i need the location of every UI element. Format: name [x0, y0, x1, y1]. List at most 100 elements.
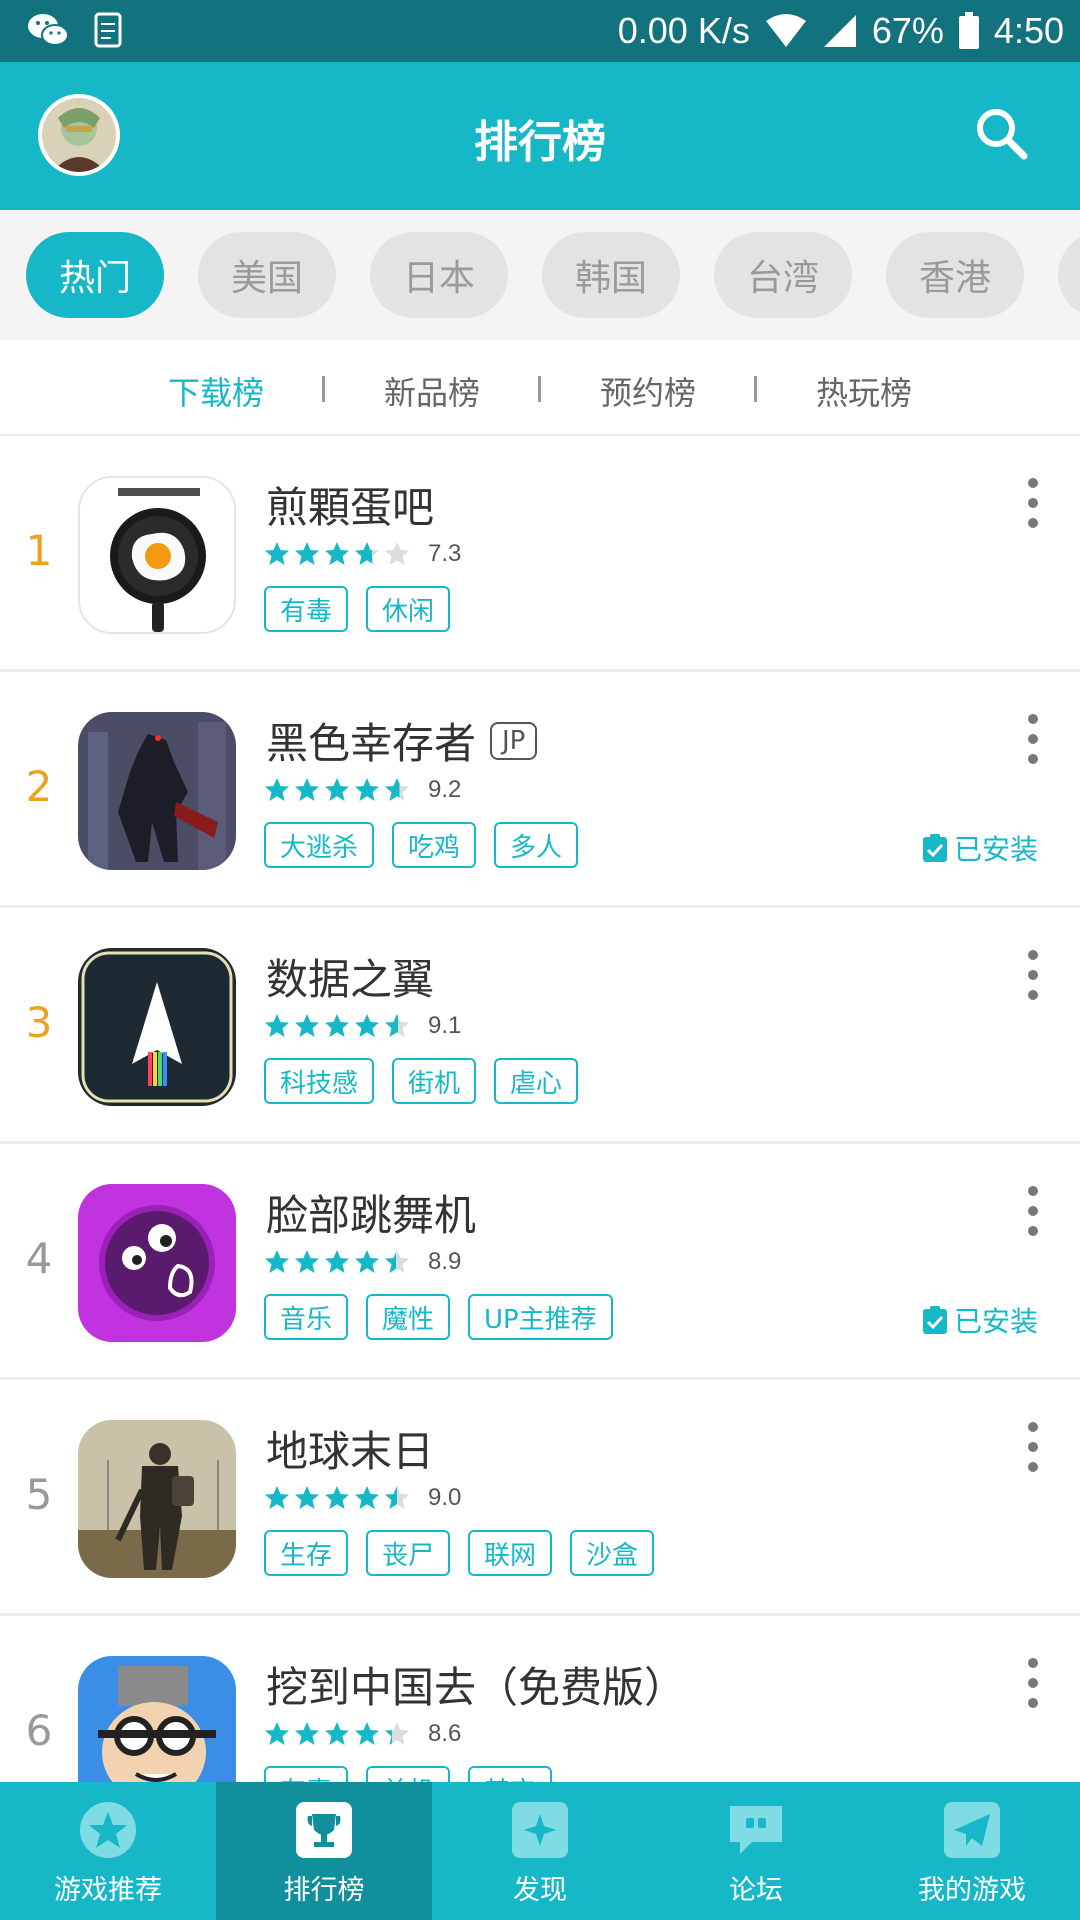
tag[interactable]: UP主推荐 — [468, 1294, 613, 1340]
star-icon — [265, 1250, 289, 1273]
tag[interactable]: 虐心 — [494, 1058, 579, 1104]
tag[interactable]: 街机 — [392, 1058, 477, 1104]
region-chip-korea[interactable]: 韩国 — [542, 232, 680, 318]
nav-forum[interactable]: 论坛 — [648, 1782, 864, 1920]
tag[interactable]: 沙盒 — [570, 1530, 655, 1576]
tab-divider — [754, 376, 757, 402]
region-badge: JP — [490, 721, 538, 760]
star-icon — [295, 1250, 319, 1273]
app-name[interactable]: 脸部跳舞机 — [266, 1182, 476, 1243]
tag-list: 科技感 街机 虐心 — [264, 1058, 579, 1104]
data-wing-icon[interactable] — [78, 948, 236, 1106]
star-icon — [325, 778, 349, 801]
nav-recommend[interactable]: 游戏推荐 — [0, 1782, 216, 1920]
frying-pan-egg-icon[interactable] — [78, 476, 236, 634]
star-icon — [385, 778, 409, 801]
tag-list: 有毒 单机 其它 — [264, 1766, 553, 1782]
battery-icon — [958, 12, 979, 49]
region-chip-hongkong[interactable]: 香港 — [886, 232, 1024, 318]
star-icon — [80, 1802, 136, 1858]
last-day-on-earth-icon[interactable] — [78, 1420, 236, 1578]
list-item[interactable]: 3 数据之翼 9.1 科技感 街机 虐心 — [0, 908, 1080, 1144]
nav-label: 发现 — [513, 1875, 567, 1906]
more-options-icon[interactable] — [1026, 1658, 1040, 1708]
more-options-icon[interactable] — [1026, 950, 1040, 1000]
tag[interactable]: 有毒 — [264, 1766, 349, 1782]
list-item[interactable]: 1 煎顆蛋吧 7.3 有毒 休闲 — [0, 436, 1080, 672]
rank-number: 5 — [25, 1470, 53, 1519]
dig-to-china-icon[interactable] — [78, 1656, 236, 1782]
rating-score: 9.0 — [428, 1484, 462, 1511]
paper-plane-icon — [944, 1802, 1000, 1858]
nav-my-games[interactable]: 我的游戏 — [864, 1782, 1080, 1920]
app-name-text: 数据之翼 — [266, 955, 435, 1004]
sparkle-icon — [512, 1802, 568, 1858]
more-options-icon[interactable] — [1026, 714, 1040, 764]
face-dance-icon[interactable] — [78, 1184, 236, 1342]
rating-stars: 9.0 — [264, 1484, 461, 1512]
region-chip-usa[interactable]: 美国 — [198, 232, 336, 318]
list-item[interactable]: 6 挖到中国去（免费版） 8.6 有毒 单机 其它 — [0, 1616, 1080, 1782]
star-icon — [325, 1486, 349, 1509]
star-icon — [295, 778, 319, 801]
tag[interactable]: 单机 — [366, 1766, 451, 1782]
installed-status: 已安装 — [922, 828, 1038, 868]
list-item[interactable]: 4 脸部跳舞机 8.9 音乐 魔性 UP主推荐 已安装 — [0, 1144, 1080, 1380]
nav-label: 排行榜 — [283, 1875, 365, 1906]
rating-score: 9.2 — [428, 776, 462, 803]
tag[interactable]: 丧尸 — [366, 1530, 451, 1576]
star-icon — [385, 1250, 409, 1273]
region-chip-more[interactable] — [1058, 232, 1080, 318]
tag[interactable]: 其它 — [468, 1766, 553, 1782]
region-chip-japan[interactable]: 日本 — [370, 232, 508, 318]
app-name[interactable]: 黑色幸存者 JP — [266, 710, 538, 771]
app-name-text: 挖到中国去（免费版） — [266, 1663, 687, 1712]
star-icon — [295, 1722, 319, 1745]
nav-discover[interactable]: 发现 — [432, 1782, 648, 1920]
tag[interactable]: 吃鸡 — [392, 822, 477, 868]
dark-survivor-icon[interactable] — [78, 712, 236, 870]
rank-number: 3 — [25, 998, 53, 1047]
rating-stars: 9.1 — [264, 1012, 461, 1040]
tab-reservations[interactable]: 预约榜 — [578, 368, 718, 414]
star-icon — [295, 1486, 319, 1509]
nav-ranking[interactable]: 排行榜 — [216, 1782, 432, 1920]
list-item[interactable]: 2 黑色幸存者 JP 9.2 大逃杀 吃鸡 多人 已安装 — [0, 672, 1080, 908]
rating-score: 7.3 — [428, 540, 462, 567]
list-item[interactable]: 5 地球末日 9.0 生存 丧尸 联网 沙盒 — [0, 1380, 1080, 1616]
tag[interactable]: 多人 — [494, 822, 579, 868]
rating-score: 9.1 — [428, 1012, 462, 1039]
clock: 4:50 — [993, 10, 1064, 51]
app-name[interactable]: 地球末日 — [266, 1418, 434, 1479]
more-options-icon[interactable] — [1026, 1186, 1040, 1236]
tag[interactable]: 音乐 — [264, 1294, 349, 1340]
rating-stars: 7.3 — [264, 540, 461, 568]
rating-score: 8.9 — [428, 1248, 462, 1275]
star-icon — [265, 778, 289, 801]
forum-icon — [730, 1806, 782, 1854]
tag[interactable]: 联网 — [468, 1530, 553, 1576]
tag[interactable]: 大逃杀 — [264, 822, 375, 868]
search-icon[interactable] — [972, 104, 1032, 164]
app-name[interactable]: 煎顆蛋吧 — [266, 474, 434, 535]
tab-divider — [322, 376, 325, 402]
app-name[interactable]: 挖到中国去（免费版） — [266, 1654, 686, 1715]
nav-label: 游戏推荐 — [54, 1875, 162, 1906]
region-chip-hot[interactable]: 热门 — [26, 232, 164, 318]
tag[interactable]: 科技感 — [264, 1058, 375, 1104]
region-chip-taiwan[interactable]: 台湾 — [714, 232, 852, 318]
rating-stars: 8.9 — [264, 1248, 461, 1276]
tab-new[interactable]: 新品榜 — [362, 368, 502, 414]
installed-status: 已安装 — [922, 1300, 1038, 1340]
signal-icon — [823, 15, 856, 47]
app-name[interactable]: 数据之翼 — [266, 946, 434, 1007]
more-options-icon[interactable] — [1026, 1422, 1040, 1472]
tag[interactable]: 有毒 — [264, 586, 349, 632]
tab-hot-play[interactable]: 热玩榜 — [794, 368, 934, 414]
more-options-icon[interactable] — [1026, 478, 1040, 528]
tab-downloads[interactable]: 下载榜 — [146, 368, 286, 414]
rank-number: 6 — [25, 1706, 53, 1755]
tag[interactable]: 休闲 — [366, 586, 451, 632]
tag[interactable]: 魔性 — [366, 1294, 451, 1340]
tag[interactable]: 生存 — [264, 1530, 349, 1576]
